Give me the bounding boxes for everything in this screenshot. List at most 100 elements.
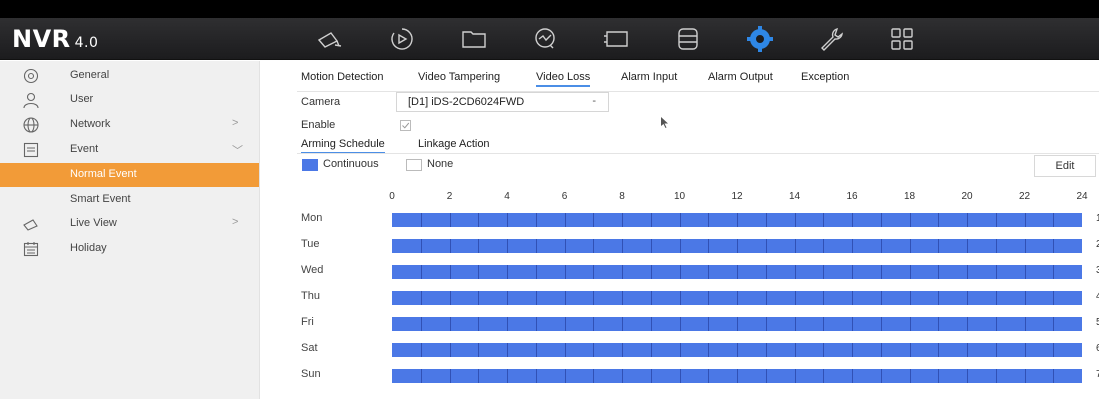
- playback-icon[interactable]: [388, 25, 416, 53]
- day-schedule-bar[interactable]: [392, 369, 1082, 383]
- camera-label: Camera: [301, 96, 341, 108]
- sidebar-item-holiday[interactable]: Holiday: [0, 237, 259, 261]
- hour-divider: [881, 213, 882, 227]
- hour-divider: [967, 239, 968, 253]
- top-navigation-bar: NVR 4.0: [0, 18, 1099, 60]
- sidebar-item-label: User: [70, 93, 94, 105]
- sidebar-item-normal-event[interactable]: Normal Event: [0, 163, 259, 187]
- hour-divider: [593, 291, 594, 305]
- hour-divider: [680, 239, 681, 253]
- hour-divider: [536, 369, 537, 383]
- day-schedule-bar[interactable]: [392, 343, 1082, 357]
- tab-video-loss[interactable]: Video Loss: [536, 71, 591, 87]
- hour-divider: [593, 317, 594, 331]
- tab-alarm-input[interactable]: Alarm Input: [621, 71, 677, 83]
- day-label: Mon: [301, 212, 323, 224]
- configuration-gear-icon[interactable]: [746, 25, 774, 53]
- sidebar-item-user[interactable]: User: [0, 88, 259, 112]
- hour-divider: [478, 369, 479, 383]
- tab-arming-schedule[interactable]: Arming Schedule: [301, 138, 385, 154]
- hour-divider: [593, 343, 594, 357]
- sidebar-item-network[interactable]: Network >: [0, 113, 259, 137]
- edit-button[interactable]: Edit: [1034, 155, 1096, 177]
- hour-divider: [593, 265, 594, 279]
- smart-analysis-icon[interactable]: [531, 25, 559, 53]
- sidebar-item-live-view[interactable]: Live View >: [0, 212, 259, 236]
- hour-divider: [651, 291, 652, 305]
- camera-select[interactable]: [D1] iDS-2CD6024FWD -: [396, 92, 609, 112]
- legend-none-swatch[interactable]: [406, 159, 422, 171]
- hour-divider: [622, 343, 623, 357]
- hour-divider: [421, 265, 422, 279]
- hour-divider: [910, 239, 911, 253]
- legend-continuous-swatch[interactable]: [302, 159, 318, 171]
- day-schedule-bar[interactable]: [392, 265, 1082, 279]
- hour-divider: [938, 265, 939, 279]
- hour-divider: [708, 265, 709, 279]
- hour-divider: [507, 369, 508, 383]
- camera-select-value: [D1] iDS-2CD6024FWD: [408, 96, 525, 108]
- day-label: Fri: [301, 316, 314, 328]
- hour-divider: [478, 265, 479, 279]
- hour-divider: [450, 265, 451, 279]
- tab-linkage-action[interactable]: Linkage Action: [418, 138, 490, 150]
- hour-divider: [507, 343, 508, 357]
- day-schedule-bar[interactable]: [392, 213, 1082, 227]
- hour-divider: [852, 317, 853, 331]
- sidebar-item-event[interactable]: Event ﹀: [0, 138, 259, 162]
- menu-grid-icon[interactable]: [888, 25, 916, 53]
- hour-divider: [1025, 265, 1026, 279]
- sidebar-item-label: Normal Event: [70, 168, 137, 180]
- tab-motion-detection[interactable]: Motion Detection: [301, 71, 384, 83]
- tab-exception[interactable]: Exception: [801, 71, 849, 83]
- hour-divider: [680, 317, 681, 331]
- sidebar: General User Network > Event ﹀ Normal Ev…: [0, 61, 260, 399]
- sidebar-item-smart-event[interactable]: Smart Event: [0, 188, 259, 212]
- chevron-right-icon: >: [232, 117, 239, 129]
- file-folder-icon[interactable]: [460, 25, 488, 53]
- hour-divider: [680, 291, 681, 305]
- maintenance-wrench-icon[interactable]: [817, 25, 845, 53]
- day-schedule-bar[interactable]: [392, 291, 1082, 305]
- video-output-icon[interactable]: [602, 25, 630, 53]
- day-schedule-bar[interactable]: [392, 317, 1082, 331]
- hour-divider: [996, 213, 997, 227]
- hour-divider: [478, 317, 479, 331]
- hour-divider: [823, 317, 824, 331]
- tab-alarm-output[interactable]: Alarm Output: [708, 71, 773, 83]
- hour-divider: [881, 291, 882, 305]
- hour-divider: [478, 213, 479, 227]
- hour-tick-label: 20: [961, 191, 973, 202]
- hour-divider: [996, 343, 997, 357]
- hour-divider: [1025, 343, 1026, 357]
- hour-divider: [823, 369, 824, 383]
- hour-divider: [536, 291, 537, 305]
- storage-icon[interactable]: [674, 25, 702, 53]
- hour-divider: [1025, 317, 1026, 331]
- hour-divider: [766, 317, 767, 331]
- hour-divider: [622, 317, 623, 331]
- hour-divider: [708, 291, 709, 305]
- tab-video-tampering[interactable]: Video Tampering: [418, 71, 500, 83]
- hour-divider: [881, 369, 882, 383]
- hour-divider: [478, 291, 479, 305]
- hour-divider: [795, 213, 796, 227]
- hour-divider: [622, 265, 623, 279]
- hour-tick-label: 14: [788, 191, 801, 202]
- sidebar-item-general[interactable]: General: [0, 64, 259, 88]
- hour-divider: [593, 213, 594, 227]
- event-list-icon: [22, 141, 40, 159]
- hour-divider: [766, 213, 767, 227]
- hour-tick-label: 6: [561, 191, 568, 202]
- hour-divider: [565, 265, 566, 279]
- hour-divider: [766, 343, 767, 357]
- hour-divider: [536, 213, 537, 227]
- day-schedule-bar[interactable]: [392, 239, 1082, 253]
- hour-divider: [1053, 265, 1054, 279]
- live-view-camera-icon[interactable]: [315, 25, 343, 53]
- hour-divider: [910, 265, 911, 279]
- enable-checkbox[interactable]: [400, 120, 411, 131]
- hour-divider: [593, 239, 594, 253]
- hour-divider: [1053, 317, 1054, 331]
- day-label: Tue: [301, 238, 320, 250]
